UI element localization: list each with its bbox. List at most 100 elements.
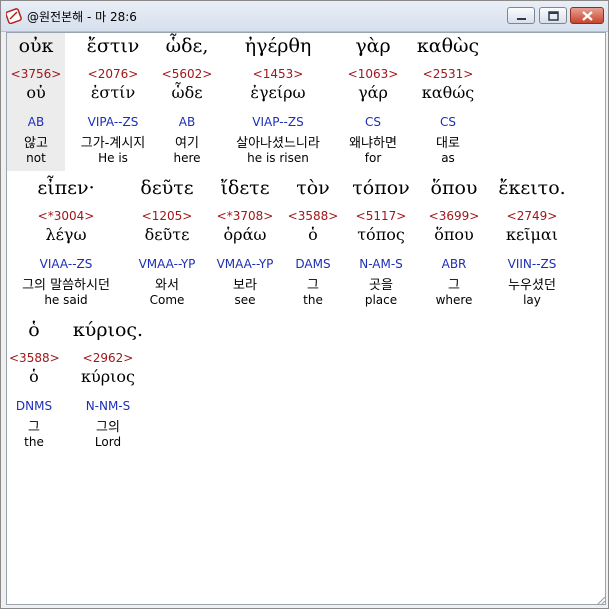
english-gloss: Come [149,293,185,307]
word-block[interactable]: τόπον <5117> τόπος N-AM-S 곳을 place [345,175,417,313]
interlinear-content: οὐκ <3756> οὐ AB 않고 not ἔστιν <2076> ἐστ… [6,32,606,605]
strong-number[interactable]: <3588> [9,351,60,365]
korean-gloss: 그 [28,420,40,435]
strong-number[interactable]: <3756> [7,67,65,81]
english-gloss: the [303,293,323,307]
word-block[interactable]: ὧδε, <5602> ὧδε AB 여기 here [155,33,219,171]
lemma: γάρ [358,83,388,102]
greek-word: οὐκ [18,35,54,57]
strong-number[interactable]: <2962> [67,351,149,365]
lemma: ἐστίν [90,83,136,102]
morphology-code: VMAA--YP [216,257,274,271]
korean-gloss: 그 [307,278,319,293]
word-block[interactable]: ἔκειτο. <2749> κεῖμαι VIIN--ZS 누우셨던 lay [491,175,573,313]
strong-number[interactable]: <5602> [155,67,219,81]
title-bar[interactable]: @원전본해 - 마 28:6 [1,1,608,32]
english-gloss: for [364,151,382,165]
word-block[interactable]: ὅπου <3699> ὅπου ABR 그 where [423,175,485,313]
lemma: ὁ [308,225,318,244]
lemma: δεῦτε [144,225,190,244]
lemma: ὁ [29,367,39,386]
lemma: ὁράω [223,225,267,244]
word-block[interactable]: τὸν <3588> ὁ DAMS 그 the [285,175,341,313]
korean-gloss: 여기 [175,136,199,151]
english-gloss: he said [44,293,88,307]
morphology-code: AB [27,115,45,129]
morphology-code: VIPA--ZS [87,115,139,129]
window-title: @원전본해 - 마 28:6 [27,10,137,24]
english-gloss: see [234,293,256,307]
word-block[interactable]: εἶπεν· <*3004> λέγω VIAA--ZS 그의 말씀하시던 he… [9,175,123,313]
lemma: ὧδε [171,83,203,102]
word-block[interactable]: δεῦτε <1205> δεῦτε VMAA--YP 와서 Come [131,175,203,313]
greek-word: ἔκειτο. [498,177,566,199]
word-block[interactable]: οὐκ <3756> οὐ AB 않고 not [7,33,65,171]
word-block[interactable]: καθὼς <2531> καθώς CS 대로 as [411,33,485,171]
word-block[interactable]: ἴδετε <*3708> ὁράω VMAA--YP 보라 see [209,175,281,313]
strong-number[interactable]: <2531> [411,67,485,81]
lemma: καθώς [421,83,475,102]
strong-number[interactable]: <1205> [131,209,203,223]
korean-gloss: 보라 [233,278,257,293]
greek-word: γὰρ [355,35,391,57]
greek-word: ὁ [28,319,40,341]
korean-gloss: 그가-계시지 [80,136,146,151]
strong-number[interactable]: <3699> [423,209,485,223]
greek-word: τόπον [352,177,410,199]
strong-number[interactable]: <3588> [285,209,341,223]
greek-word: ἔστιν [86,35,140,57]
lemma: ὅπου [434,225,474,244]
lemma: ἐγείρω [250,83,306,102]
greek-word: καθὼς [416,35,480,57]
interlinear-window: @원전본해 - 마 28:6 οὐκ <3756> οὐ AB 않고 not ἔ… [0,0,609,609]
greek-word: ὅπου [430,177,478,199]
lemma: κύριος [81,367,135,386]
english-gloss: where [435,293,473,307]
word-block[interactable]: κύριος. <2962> κύριος N-NM-S 그의 Lord [67,317,149,455]
close-icon [582,11,593,21]
morphology-code: VMAA--YP [138,257,196,271]
strong-number[interactable]: <5117> [345,209,417,223]
word-block[interactable]: ἠγέρθη <1453> ἐγείρω VIAP--ZS 살아나셨느니라 he… [219,33,337,171]
strong-number[interactable]: <2076> [71,67,155,81]
english-gloss: Lord [94,435,122,449]
english-gloss: He is [98,151,128,165]
english-gloss: he is risen [247,151,309,165]
close-button[interactable] [570,7,604,24]
strong-number[interactable]: <1063> [341,67,405,81]
greek-word: τὸν [296,177,330,199]
resize-grip-icon[interactable] [594,594,606,606]
word-block[interactable]: γὰρ <1063> γάρ CS 왜냐하면 for [341,33,405,171]
english-gloss: as [441,151,455,165]
strong-number[interactable]: <*3004> [9,209,123,223]
app-icon [5,8,22,25]
morphology-code: DNMS [15,399,53,413]
morphology-code: CS [365,115,381,129]
morphology-code: ABR [441,257,467,271]
strong-number[interactable]: <*3708> [209,209,281,223]
lemma: οὐ [26,83,46,102]
korean-gloss: 왜냐하면 [349,136,397,151]
korean-gloss: 그의 말씀하시던 [22,278,110,293]
strong-number[interactable]: <2749> [491,209,573,223]
english-gloss: not [26,151,46,165]
english-gloss: place [364,293,398,307]
maximize-button[interactable] [539,7,567,24]
strong-number[interactable]: <1453> [219,67,337,81]
greek-word: ἴδετε [220,177,270,199]
korean-gloss: 누우셨던 [508,278,556,293]
morphology-code: AB [178,115,196,129]
morphology-code: N-NM-S [85,399,131,413]
korean-gloss: 와서 [155,278,179,293]
korean-gloss: 그 [448,278,460,293]
lemma: λέγω [45,225,87,244]
greek-word: κύριος. [72,319,144,341]
greek-word: ὧδε, [165,35,209,57]
minimize-button[interactable] [507,7,535,24]
word-block[interactable]: ἔστιν <2076> ἐστίν VIPA--ZS 그가-계시지 He is [71,33,155,171]
word-block[interactable]: ὁ <3588> ὁ DNMS 그 the [9,317,60,455]
english-gloss: the [24,435,44,449]
english-gloss: here [173,151,201,165]
morphology-code: N-AM-S [359,257,403,271]
greek-word: εἶπεν· [37,177,95,199]
